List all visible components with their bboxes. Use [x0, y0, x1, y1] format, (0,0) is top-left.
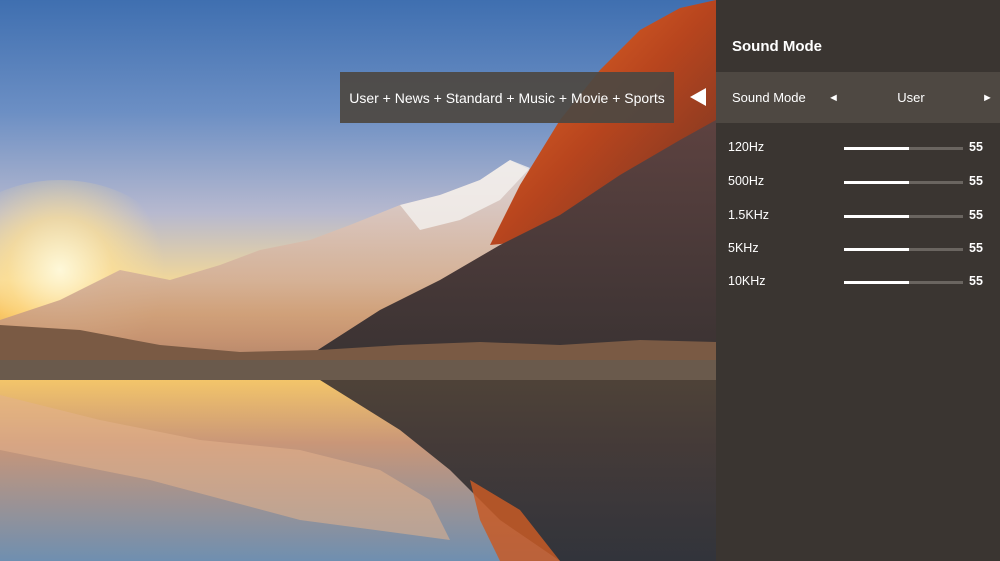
eq-slider-fill	[844, 181, 910, 184]
tooltip-text: User + News + Standard + Music + Movie +…	[349, 89, 665, 106]
eq-slider-fill	[844, 248, 910, 251]
eq-row-120hz[interactable]: 120Hz 55	[716, 138, 1000, 158]
sound-mode-value: User	[897, 90, 925, 105]
eq-value: 55	[969, 208, 983, 222]
panel-title: Sound Mode	[732, 38, 822, 55]
eq-label: 120Hz	[728, 140, 765, 154]
sound-mode-options-tooltip: User + News + Standard + Music + Movie +…	[340, 72, 674, 123]
eq-value: 55	[969, 241, 983, 255]
eq-label: 500Hz	[728, 174, 765, 188]
sound-mode-selector[interactable]: Sound Mode ◄ User ►	[716, 72, 1000, 123]
eq-label: 1.5KHz	[728, 208, 769, 222]
eq-row-500hz[interactable]: 500Hz 55	[716, 172, 1000, 192]
eq-slider-fill	[844, 215, 910, 218]
eq-value: 55	[969, 140, 983, 154]
eq-slider-fill	[844, 147, 910, 150]
eq-row-1-5khz[interactable]: 1.5KHz 55	[716, 206, 1000, 226]
eq-value: 55	[969, 274, 983, 288]
triangle-left-icon	[690, 88, 706, 106]
eq-value: 55	[969, 174, 983, 188]
arrow-left-icon[interactable]: ◄	[828, 92, 839, 104]
sound-mode-label: Sound Mode	[732, 90, 806, 105]
eq-label: 10KHz	[728, 274, 766, 288]
eq-row-10khz[interactable]: 10KHz 55	[716, 272, 1000, 292]
eq-slider-track[interactable]	[844, 248, 963, 251]
eq-slider-track[interactable]	[844, 215, 963, 218]
eq-row-5khz[interactable]: 5KHz 55	[716, 239, 1000, 259]
eq-slider-track[interactable]	[844, 147, 963, 150]
sound-settings-panel: Sound Mode Sound Mode ◄ User ► 120Hz 55 …	[716, 0, 1000, 561]
eq-slider-track[interactable]	[844, 181, 963, 184]
eq-label: 5KHz	[728, 241, 759, 255]
eq-slider-fill	[844, 281, 910, 284]
eq-slider-track[interactable]	[844, 281, 963, 284]
arrow-right-icon[interactable]: ►	[982, 92, 993, 104]
